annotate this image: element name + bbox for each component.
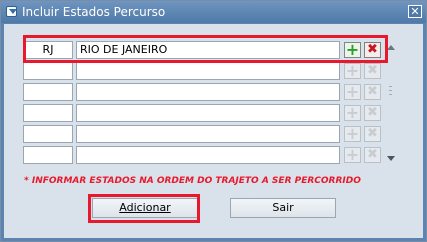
title-bar[interactable]: Incluir Estados Percurso ✕: [1, 1, 426, 23]
dialog-window: Incluir Estados Percurso ✕ RJ RIO DE JANE…: [0, 0, 427, 242]
dialog-body: RJ RIO DE JANEIRO + ✖ + ✖ + ✖ + ✖ + ✖ + ✖ * INFORMAR …: [4, 24, 423, 238]
scroll-grip-icon: [389, 90, 392, 91]
x-icon[interactable]: ✖: [364, 105, 381, 121]
uf-field[interactable]: [23, 62, 73, 80]
plus-icon[interactable]: +: [344, 126, 361, 142]
plus-icon[interactable]: +: [344, 84, 361, 100]
x-icon[interactable]: ✖: [364, 63, 381, 79]
close-button[interactable]: ✕: [408, 5, 422, 18]
window-title: Incluir Estados Percurso: [22, 5, 166, 19]
sair-button[interactable]: Sair: [230, 198, 336, 218]
state-name-field[interactable]: [76, 62, 340, 80]
state-name-field[interactable]: [76, 125, 340, 143]
first-row-highlight: [23, 35, 388, 63]
x-icon[interactable]: ✖: [364, 147, 381, 163]
scroll-grip-icon: [389, 94, 392, 95]
uf-field[interactable]: [23, 146, 73, 164]
uf-field[interactable]: [23, 83, 73, 101]
scroll-grip-icon: [389, 86, 392, 87]
x-icon[interactable]: ✖: [364, 126, 381, 142]
uf-field[interactable]: [23, 104, 73, 122]
state-name-field[interactable]: [76, 104, 340, 122]
plus-icon[interactable]: +: [344, 105, 361, 121]
plus-icon[interactable]: +: [344, 147, 361, 163]
scroll-up-icon[interactable]: [387, 45, 395, 50]
state-name-field[interactable]: [76, 83, 340, 101]
state-name-field[interactable]: [76, 146, 340, 164]
route-order-notice: * INFORMAR ESTADOS NA ORDEM DO TRAJETO A…: [24, 176, 361, 186]
plus-icon[interactable]: +: [344, 63, 361, 79]
app-icon: [6, 6, 17, 17]
sair-label: Sair: [272, 201, 294, 214]
adicionar-highlight: [88, 194, 200, 223]
uf-field[interactable]: [23, 125, 73, 143]
x-icon[interactable]: ✖: [364, 84, 381, 100]
scroll-down-icon[interactable]: [387, 156, 395, 161]
